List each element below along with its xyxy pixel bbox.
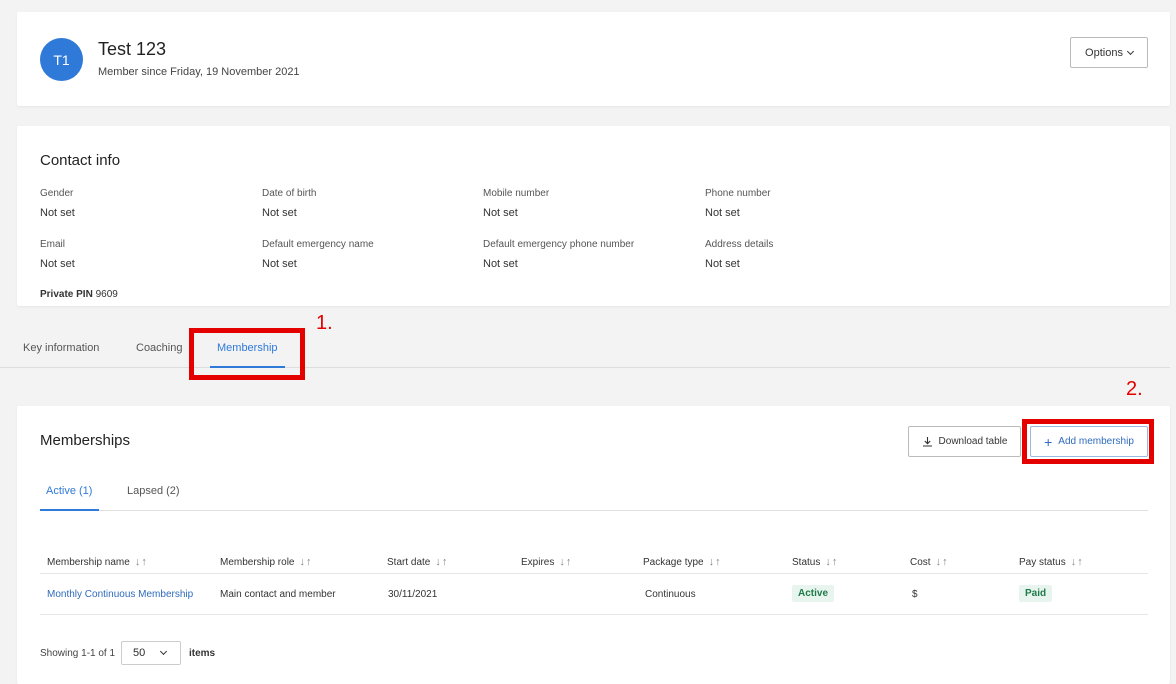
- phone-number-label: Phone number: [705, 188, 771, 199]
- emergency-name-value: Not set: [262, 258, 297, 270]
- pay-status-badge: Paid: [1019, 585, 1053, 602]
- email-value: Not set: [40, 258, 75, 270]
- member-header-card: T1 Test 123 Member since Friday, 19 Nove…: [17, 12, 1170, 106]
- options-button-label: Options: [1085, 46, 1123, 59]
- tab-coaching[interactable]: Coaching: [136, 342, 182, 354]
- contact-info-title: Contact info: [40, 152, 121, 169]
- phone-number-value: Not set: [705, 207, 740, 219]
- chevron-down-icon: [1126, 47, 1134, 55]
- member-since: Member since Friday, 19 November 2021: [98, 66, 300, 78]
- gender-label: Gender: [40, 188, 74, 199]
- column-header-start-date[interactable]: Start date ↓↑: [387, 556, 448, 568]
- address-details-value: Not set: [705, 258, 740, 270]
- sort-icon[interactable]: ↓↑: [299, 556, 312, 568]
- cost-cell: $: [912, 589, 918, 600]
- private-pin-value: 9609: [95, 289, 118, 300]
- column-header-label: Package type: [643, 556, 704, 568]
- address-details-label: Address details: [705, 239, 774, 250]
- column-header-label: Pay status: [1019, 556, 1066, 568]
- page-size-value: 50: [133, 647, 146, 659]
- start-date-cell: 30/11/2021: [388, 589, 438, 600]
- membership-role-cell: Main contact and member: [220, 589, 336, 600]
- contact-info-card: Contact info Gender Not set Date of birt…: [17, 126, 1170, 306]
- tab-lapsed[interactable]: Lapsed (2): [127, 485, 180, 497]
- member-name: Test 123: [98, 39, 167, 59]
- emergency-name-label: Default emergency name: [262, 239, 374, 250]
- items-label: items: [189, 648, 216, 659]
- column-header-cost[interactable]: Cost ↓↑: [910, 556, 949, 568]
- sort-icon[interactable]: ↓↑: [709, 556, 722, 568]
- sort-icon[interactable]: ↓↑: [825, 556, 838, 568]
- column-header-pay-status[interactable]: Pay status ↓↑: [1019, 556, 1084, 568]
- emergency-phone-value: Not set: [483, 258, 518, 270]
- sort-icon[interactable]: ↓↑: [135, 556, 148, 568]
- sort-icon[interactable]: ↓↑: [1071, 556, 1084, 568]
- column-header-label: Cost: [910, 556, 931, 568]
- active-subtab-indicator: [40, 509, 99, 511]
- tab-key-information[interactable]: Key information: [23, 342, 99, 354]
- column-header-membership-name[interactable]: Membership name ↓↑: [47, 556, 148, 568]
- email-label: Email: [40, 239, 66, 250]
- membership-name-link[interactable]: Monthly Continuous Membership: [47, 589, 193, 600]
- profile-tabs: Key information Coaching Membership: [0, 330, 1170, 368]
- column-header-label: Start date: [387, 556, 431, 568]
- date-of-birth-label: Date of birth: [262, 188, 317, 199]
- download-icon: [922, 437, 932, 447]
- column-header-label: Membership role: [220, 556, 295, 568]
- mobile-number-label: Mobile number: [483, 188, 550, 199]
- mobile-number-value: Not set: [483, 207, 518, 219]
- emergency-phone-label: Default emergency phone number: [483, 239, 635, 250]
- package-type-cell: Continuous: [645, 589, 696, 600]
- column-header-label: Expires: [521, 556, 555, 568]
- column-header-package-type[interactable]: Package type ↓↑: [643, 556, 722, 568]
- tab-active[interactable]: Active (1): [46, 485, 92, 497]
- options-button[interactable]: Options: [1070, 37, 1148, 68]
- private-pin: Private PIN 9609: [40, 289, 118, 300]
- download-table-button[interactable]: Download table: [908, 426, 1021, 457]
- annotation-label-one: 1.: [316, 312, 333, 334]
- sort-icon[interactable]: ↓↑: [559, 556, 572, 568]
- chevron-down-icon: [160, 647, 168, 656]
- gender-value: Not set: [40, 207, 75, 219]
- memberships-title: Memberships: [40, 432, 131, 449]
- table-row-divider: [40, 614, 1148, 615]
- column-header-label: Status: [792, 556, 821, 568]
- private-pin-label: Private PIN: [40, 289, 93, 300]
- annotation-label-two: 2.: [1126, 378, 1143, 400]
- table-header-divider: [40, 573, 1148, 574]
- membership-subtabs: Active (1) Lapsed (2): [40, 480, 1148, 511]
- pagination-summary: Showing 1-1 of 1: [40, 648, 116, 659]
- column-header-status[interactable]: Status ↓↑: [792, 556, 838, 568]
- annotation-box-membership-tab: [189, 328, 305, 380]
- date-of-birth-value: Not set: [262, 207, 297, 219]
- download-table-label: Download table: [938, 436, 1008, 447]
- column-header-membership-role[interactable]: Membership role ↓↑: [220, 556, 312, 568]
- avatar: T1: [40, 38, 83, 81]
- sort-icon[interactable]: ↓↑: [936, 556, 949, 568]
- column-header-label: Membership name: [47, 556, 130, 568]
- sort-icon[interactable]: ↓↑: [435, 556, 448, 568]
- memberships-card: Memberships Download table + Add members…: [17, 406, 1170, 684]
- column-header-expires[interactable]: Expires ↓↑: [521, 556, 572, 568]
- annotation-box-add-membership: [1022, 419, 1154, 464]
- status-badge: Active: [792, 585, 835, 602]
- page-size-select[interactable]: 50: [121, 641, 181, 665]
